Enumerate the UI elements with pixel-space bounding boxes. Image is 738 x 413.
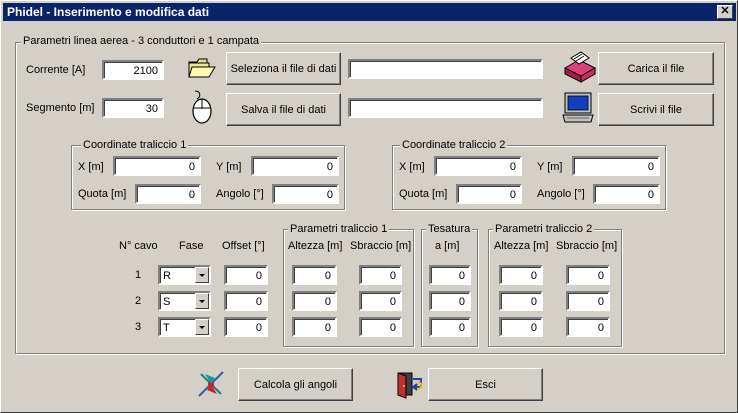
cable-row-3-fase-select[interactable]: T <box>158 317 211 337</box>
col-a-header: a [m] <box>435 240 460 252</box>
cable-row-1-number: 1 <box>135 269 142 281</box>
col-fase-header: Fase <box>179 240 204 252</box>
traliccio2-title: Coordinate traliccio 2 <box>400 139 508 152</box>
t2-x-label: X [m] <box>399 161 425 173</box>
cable-row-3-a-input[interactable]: 0 <box>429 317 471 337</box>
load-file-path-input[interactable] <box>348 59 543 79</box>
cable-row-2-sbraccio2-input[interactable]: 0 <box>566 291 610 311</box>
scrivi-file-button[interactable]: Scrivi il file <box>598 93 714 126</box>
t2-y-label: Y [m] <box>537 161 563 173</box>
t2-quota-input[interactable]: 0 <box>456 184 522 204</box>
cable-row-3-offset-input[interactable]: 0 <box>224 317 268 337</box>
fase-value: R <box>163 270 171 282</box>
monitor-icon <box>562 92 594 123</box>
params-t1-title: Parametri traliccio 1 <box>288 223 390 236</box>
chevron-down-icon[interactable] <box>195 293 209 309</box>
cable-row-1-sbraccio2-input[interactable]: 0 <box>566 265 610 285</box>
t2-x-input[interactable]: 0 <box>434 156 522 176</box>
t2-col-altezza-header: Altezza [m] <box>494 240 549 252</box>
save-file-path-input[interactable] <box>348 98 543 118</box>
t2-angolo-label: Angolo [°] <box>537 188 585 200</box>
t1-y-label: Y [m] <box>216 161 242 173</box>
col-ncavo-header: N° cavo <box>119 240 158 252</box>
cable-row-1-sbraccio1-input[interactable]: 0 <box>359 265 402 285</box>
chevron-down-icon[interactable] <box>195 319 209 335</box>
t2-col-sbraccio-header: Sbraccio [m] <box>556 240 618 252</box>
t1-y-input[interactable]: 0 <box>251 156 339 176</box>
params-t2-title: Parametri traliccio 2 <box>493 223 595 236</box>
cable-row-3-sbraccio1-input[interactable]: 0 <box>359 317 402 337</box>
cable-row-2-number: 2 <box>135 295 142 307</box>
t2-y-input[interactable]: 0 <box>572 156 660 176</box>
mouse-icon <box>192 90 212 124</box>
segmento-label: Segmento [m] <box>26 102 95 114</box>
esci-button[interactable]: Esci <box>428 368 543 401</box>
t1-angolo-input[interactable]: 0 <box>272 184 339 204</box>
cable-row-2-altezza2-input[interactable]: 0 <box>499 291 543 311</box>
cable-row-3-altezza2-input[interactable]: 0 <box>499 317 543 337</box>
col-offset-header: Offset [°] <box>222 240 265 252</box>
tesatura-title: Tesatura <box>426 223 473 236</box>
corrente-input[interactable]: 2100 <box>102 60 164 80</box>
t2-quota-label: Quota [m] <box>399 188 448 200</box>
window-title: Phidel - Inserimento e modifica dati <box>7 5 210 19</box>
cable-row-2-a-input[interactable]: 0 <box>429 291 471 311</box>
t1-quota-label: Quota [m] <box>78 188 127 200</box>
t1-quota-input[interactable]: 0 <box>135 184 201 204</box>
t1-col-altezza-header: Altezza [m] <box>288 240 343 252</box>
cable-row-3-number: 3 <box>135 321 142 333</box>
cable-row-2-sbraccio1-input[interactable]: 0 <box>359 291 402 311</box>
segmento-input[interactable]: 30 <box>102 98 164 118</box>
chevron-down-icon[interactable] <box>195 267 209 283</box>
fase-value: S <box>163 296 171 308</box>
corrente-label: Corrente [A] <box>26 64 86 76</box>
t1-col-sbraccio-header: Sbraccio [m] <box>350 240 412 252</box>
cable-row-1-altezza1-input[interactable]: 0 <box>292 265 337 285</box>
cable-row-1-fase-select[interactable]: R <box>158 265 211 285</box>
cable-row-1-altezza2-input[interactable]: 0 <box>499 265 543 285</box>
title-bar[interactable]: Phidel - Inserimento e modifica dati ✕ <box>3 3 736 21</box>
t1-angolo-label: Angolo [°] <box>216 188 264 200</box>
close-icon: ✕ <box>720 5 730 17</box>
salva-file-button[interactable]: Salva il file di dati <box>226 93 341 126</box>
traliccio1-title: Coordinate traliccio 1 <box>81 139 189 152</box>
cable-row-2-altezza1-input[interactable]: 0 <box>292 291 337 311</box>
cable-row-2-fase-select[interactable]: S <box>158 291 211 311</box>
fase-value: T <box>163 322 170 334</box>
cable-row-1-offset-input[interactable]: 0 <box>224 265 268 285</box>
calcola-angoli-button[interactable]: Calcola gli angoli <box>238 368 353 401</box>
dialog-window: Phidel - Inserimento e modifica dati ✕ P… <box>0 0 738 413</box>
cable-row-3-sbraccio2-input[interactable]: 0 <box>566 317 610 337</box>
main-group-title: Parametri linea aerea - 3 conduttori e 1… <box>21 35 262 48</box>
exit-door-icon <box>397 372 423 399</box>
carica-file-button[interactable]: Carica il file <box>598 52 714 85</box>
cable-row-2-offset-input[interactable]: 0 <box>224 291 268 311</box>
t1-x-input[interactable]: 0 <box>113 156 201 176</box>
seleziona-file-button[interactable]: Seleziona il file di dati <box>226 52 341 85</box>
cable-row-1-a-input[interactable]: 0 <box>429 265 471 285</box>
folder-icon <box>188 58 216 78</box>
close-button[interactable]: ✕ <box>717 5 733 19</box>
compass-icon <box>196 369 226 399</box>
t2-angolo-input[interactable]: 0 <box>593 184 660 204</box>
disk-drive-icon <box>563 51 597 83</box>
t1-x-label: X [m] <box>78 161 104 173</box>
cable-row-3-altezza1-input[interactable]: 0 <box>292 317 337 337</box>
